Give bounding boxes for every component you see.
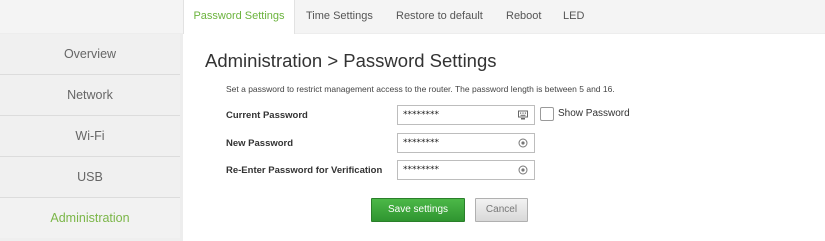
- sidebar-item-administration[interactable]: Administration: [0, 198, 180, 238]
- sidebar-item-usb[interactable]: USB: [0, 157, 180, 198]
- current-password-label: Current Password: [226, 110, 308, 121]
- cancel-button[interactable]: Cancel: [475, 198, 528, 222]
- show-password-checkbox[interactable]: [540, 107, 554, 121]
- show-password-label[interactable]: Show Password: [558, 108, 630, 119]
- new-password-field: [397, 133, 535, 153]
- new-password-label: New Password: [226, 138, 294, 149]
- tab-restore-to-default[interactable]: Restore to default: [396, 0, 483, 33]
- sidebar-item-network[interactable]: Network: [0, 75, 180, 116]
- keyboard-icon[interactable]: [518, 110, 528, 120]
- tab-password-settings[interactable]: Password Settings: [183, 0, 295, 34]
- new-password-input[interactable]: [403, 135, 511, 151]
- tab-reboot[interactable]: Reboot: [506, 0, 541, 33]
- sidebar-item-wifi[interactable]: Wi-Fi: [0, 116, 180, 157]
- reenter-password-field: [397, 160, 535, 180]
- sidebar: Overview Network Wi-Fi USB Administratio…: [0, 34, 180, 241]
- eye-icon[interactable]: [518, 165, 528, 175]
- save-settings-button[interactable]: Save settings: [371, 198, 465, 222]
- current-password-input[interactable]: [403, 107, 511, 123]
- tab-led[interactable]: LED: [563, 0, 584, 33]
- reenter-password-input[interactable]: [403, 162, 511, 178]
- reenter-password-label: Re-Enter Password for Verification: [226, 165, 383, 176]
- main-panel: Administration > Password Settings Set a…: [183, 34, 825, 241]
- eye-icon[interactable]: [518, 138, 528, 148]
- page-title: Administration > Password Settings: [205, 50, 497, 71]
- top-tab-bar: Password Settings Time Settings Restore …: [0, 0, 825, 34]
- sidebar-item-overview[interactable]: Overview: [0, 34, 180, 75]
- tab-time-settings[interactable]: Time Settings: [306, 0, 373, 33]
- description-text: Set a password to restrict management ac…: [226, 84, 615, 94]
- current-password-field: [397, 105, 535, 125]
